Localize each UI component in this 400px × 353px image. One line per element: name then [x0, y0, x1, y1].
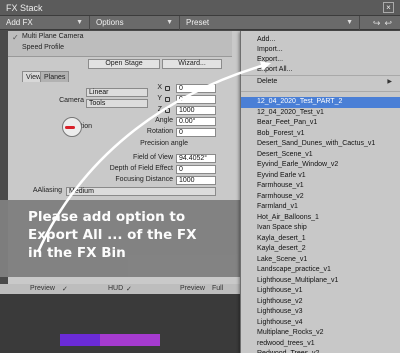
menu-item-add[interactable]: Add...: [257, 36, 275, 44]
purple-swatch: [60, 334, 100, 346]
dial-needle-icon: [65, 126, 75, 129]
fx-bin-item[interactable]: Lighthouse_v4: [241, 318, 400, 329]
window-title-bar: FX Stack ×: [0, 0, 400, 16]
fx-bin-item[interactable]: Lighthouse_v1: [241, 286, 400, 297]
fx-bin-item[interactable]: Desert_Sand_Dunes_with_Cactus_v1: [241, 139, 400, 150]
rotation-field[interactable]: 0: [176, 128, 216, 137]
x-field[interactable]: 0: [176, 84, 216, 93]
close-icon[interactable]: ×: [383, 2, 394, 13]
tab-planes[interactable]: Planes: [40, 71, 70, 82]
menu-item-export-all[interactable]: Export All...: [257, 66, 292, 74]
dof-field[interactable]: 0: [176, 165, 216, 174]
dof-label: Depth of Field Effect: [109, 165, 173, 172]
rotation-label: Rotation: [146, 128, 173, 135]
fx-bin-item[interactable]: Landscape_practice_v1: [241, 265, 400, 276]
options-label: Options: [96, 18, 124, 27]
z-label: Z: [157, 106, 162, 113]
y-label: Y: [157, 95, 162, 102]
camera-mode-select[interactable]: Linear: [86, 88, 148, 97]
camera-label: Camera: [59, 97, 84, 104]
menu-divider: [241, 91, 400, 92]
fx-bin-item[interactable]: redwood_trees_v1: [241, 339, 400, 350]
speed-profile-label[interactable]: Speed Profile: [22, 44, 64, 51]
fx-bin-item[interactable]: Lighthouse_v3: [241, 307, 400, 318]
options-dropdown[interactable]: Options ▼: [90, 16, 180, 30]
aaliasing-select[interactable]: Medium: [66, 187, 216, 196]
fx-bin-item[interactable]: Redwood_Trees_v2: [241, 349, 400, 353]
window-title: FX Stack: [6, 3, 43, 13]
fx-bin-item[interactable]: Farmhouse_v1: [241, 181, 400, 192]
fx-bin-item[interactable]: Multiplane_Rocks_v2: [241, 328, 400, 339]
menu-divider: [241, 75, 400, 76]
annotation-line-2: Export All ... of the FX: [28, 227, 197, 243]
focusing-distance-label: Focusing Distance: [115, 176, 173, 183]
chevron-down-icon: ▼: [76, 19, 83, 26]
check-icon: ✓: [62, 286, 68, 293]
chevron-down-icon: ▼: [166, 19, 173, 26]
fx-bin-item[interactable]: Eyvind Earle v1: [241, 171, 400, 182]
fx-bin-item[interactable]: Kayla_desert_1: [241, 234, 400, 245]
fx-bin-item[interactable]: Bear_Feet_Pan_v1: [241, 118, 400, 129]
undo-icon[interactable]: ↩: [384, 18, 396, 28]
fx-stack-toolbar: Add FX ▼ Options ▼ Preset ▼ ↪↩: [0, 16, 400, 30]
fov-label: Field of View: [133, 154, 173, 161]
hud-toggle[interactable]: HUD: [108, 285, 123, 292]
fx-bin-item[interactable]: 12_04_2020_Test_v1: [241, 108, 400, 119]
fx-bin-item[interactable]: Kayla_desert_2: [241, 244, 400, 255]
full-toggle[interactable]: Full: [212, 285, 223, 292]
preset-label: Preset: [186, 18, 210, 27]
y-field[interactable]: 0: [176, 95, 216, 104]
aaliasing-label: AAliasing: [32, 187, 62, 194]
preview-bar: Preview ✓ HUD ✓ Preview Full: [0, 284, 240, 294]
precision-angle-label: Precision angle: [140, 140, 188, 147]
add-fx-label: Add FX: [6, 18, 33, 27]
preset-dropdown[interactable]: Preset ▼: [180, 16, 360, 30]
toolbar-icons: ↪↩: [373, 16, 396, 30]
open-stage-button[interactable]: Open Stage: [88, 59, 160, 69]
fx-bin-item[interactable]: Lighthouse_Multiplane_v1: [241, 276, 400, 287]
fx-bin-item[interactable]: Lighthouse_v2: [241, 297, 400, 308]
fov-field[interactable]: 94.4052°: [176, 154, 216, 163]
preview-toggle[interactable]: Preview: [30, 285, 55, 292]
check-icon: ✓: [126, 286, 132, 293]
preview-toggle-2[interactable]: Preview: [180, 285, 205, 292]
menu-item-export[interactable]: Export...: [257, 56, 283, 64]
chevron-right-icon: ▶: [387, 79, 392, 85]
focusing-distance-field[interactable]: 1000: [176, 176, 216, 185]
fx-enable-check-icon[interactable]: ✓: [12, 34, 20, 42]
fx-bin-item[interactable]: Eyvind_Earle_Window_v2: [241, 160, 400, 171]
lock-icon[interactable]: [165, 108, 170, 113]
redo-icon[interactable]: ↪: [373, 18, 385, 28]
menu-item-import[interactable]: Import...: [257, 46, 283, 54]
fx-header: ✓ Multi Plane Camera Speed Profile: [8, 31, 232, 57]
x-label: X: [157, 84, 162, 91]
preview-viewport: [0, 294, 240, 353]
fx-bin-item[interactable]: Farmhouse_v2: [241, 192, 400, 203]
annotation-line-3: in the FX Bin: [28, 245, 126, 261]
menu-item-delete[interactable]: Delete: [257, 78, 277, 86]
violet-swatch: [100, 334, 160, 346]
z-field[interactable]: 1000: [176, 106, 216, 115]
lock-icon[interactable]: [165, 97, 170, 102]
fx-bin-item[interactable]: Ivan Space ship: [241, 223, 400, 234]
wizard-button[interactable]: Wizard...: [162, 59, 222, 69]
fx-bin-item[interactable]: Farmland_v1: [241, 202, 400, 213]
camera-tools-select[interactable]: Tools: [86, 99, 148, 108]
angle-label: Angle: [155, 117, 173, 124]
fx-bin-item[interactable]: Bob_Forest_v1: [241, 129, 400, 140]
fx-bin-item[interactable]: Hot_Air_Balloons_1: [241, 213, 400, 224]
add-fx-dropdown[interactable]: Add FX ▼: [0, 16, 90, 30]
lock-icon[interactable]: [165, 86, 170, 91]
angle-field[interactable]: 0.00°: [176, 117, 216, 126]
annotation-overlay: Please add option to Export All ... of t…: [0, 200, 240, 277]
fx-bin-item[interactable]: Desert_Scene_v1: [241, 150, 400, 161]
rotation-dial[interactable]: [62, 117, 82, 137]
fx-bin-item[interactable]: 12_04_2020_Test_PART_2: [241, 97, 400, 108]
fx-bin-item[interactable]: Lake_Scene_v1: [241, 255, 400, 266]
fx-name: Multi Plane Camera: [22, 33, 84, 40]
chevron-down-icon: ▼: [346, 19, 353, 26]
fx-bin-context-menu: Add... Import... Export... Export All...…: [240, 31, 400, 353]
annotation-line-1: Please add option to: [28, 209, 186, 225]
